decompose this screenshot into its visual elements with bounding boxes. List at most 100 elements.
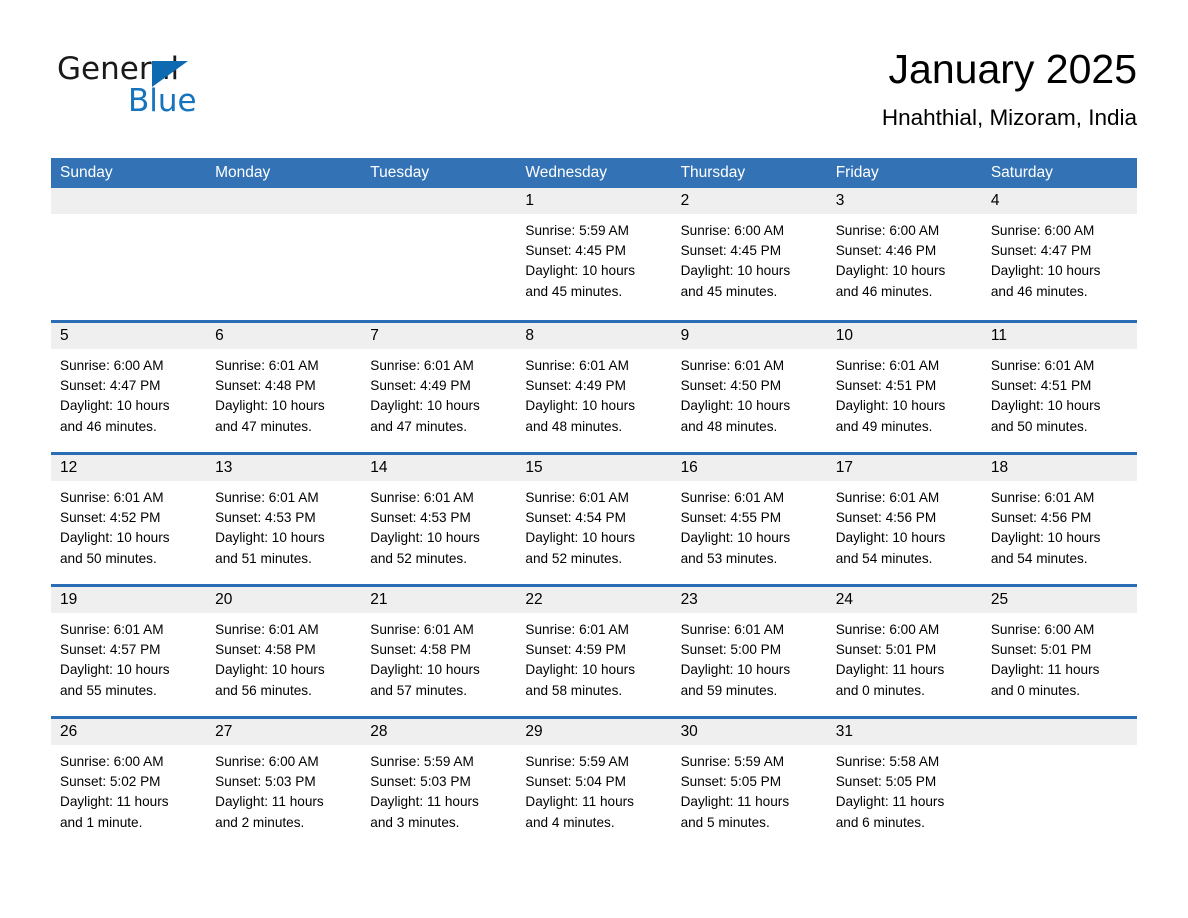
day-cell[interactable]: 3 Sunrise: 6:00 AM Sunset: 4:46 PM Daylight… [826,188,982,320]
sunset-text: Sunset: 4:53 PM [215,510,316,526]
daylight-text-line1: Daylight: 10 hours [525,398,635,414]
day-cell[interactable]: 19 Sunrise: 6:01 AM Sunset: 4:57 PM Dayligh… [51,587,207,716]
day-details: Sunrise: 6:01 AM Sunset: 4:56 PM Daylight:… [827,481,982,569]
day-number: 26 [51,719,207,745]
daylight-text-line2: and 59 minutes. [680,682,778,698]
sunrise-text: Sunrise: 6:01 AM [60,490,164,505]
day-cell[interactable]: 18 Sunrise: 6:01 AM Sunset: 4:56 PM Dayligh… [981,455,1137,584]
daylight-text-line2: and 50 minutes. [990,418,1088,434]
day-cell[interactable]: 29 Sunrise: 5:59 AM Sunset: 5:04 PM Dayligh… [516,719,672,848]
day-number: 13 [206,455,362,481]
daylight-text-line2: and 47 minutes. [215,418,312,434]
day-cell[interactable]: 9 Sunrise: 6:01 AM Sunset: 4:50 PM Daylight… [671,323,827,452]
sunrise-text: Sunrise: 6:01 AM [370,490,474,505]
day-details: Sunrise: 5:58 AM Sunset: 5:05 PM Daylight:… [827,745,982,833]
day-cell[interactable]: 23 Sunrise: 6:01 AM Sunset: 5:00 PM Dayligh… [671,587,827,716]
weekday-header-tuesday: Tuesday [370,164,430,181]
day-cell[interactable]: 30 Sunrise: 5:59 AM Sunset: 5:05 PM Dayligh… [671,719,827,848]
sunset-text: Sunset: 4:51 PM [835,378,937,394]
day-number [361,188,517,214]
sunrise-text: Sunrise: 6:00 AM [60,358,164,373]
day-cell[interactable]: 20 Sunrise: 6:01 AM Sunset: 4:58 PM Dayligh… [206,587,362,716]
day-cell[interactable]: 13 Sunrise: 6:01 AM Sunset: 4:53 PM Dayligh… [206,455,362,584]
sunset-text: Sunset: 4:46 PM [835,243,937,259]
title-block: January 2025 Hnahthial, Mizoram, India [882,46,1137,131]
day-cell[interactable]: 15 Sunrise: 6:01 AM Sunset: 4:54 PM Dayligh… [516,455,672,584]
day-cell[interactable]: 21 Sunrise: 6:01 AM Sunset: 4:58 PM Dayligh… [361,587,517,716]
day-number: 27 [206,719,362,745]
day-details: Sunrise: 6:01 AM Sunset: 4:55 PM Daylight:… [672,481,827,569]
day-number: 12 [51,455,207,481]
sunset-text: Sunset: 5:05 PM [835,774,937,790]
sunrise-text: Sunrise: 6:01 AM [525,358,629,373]
sunset-text: Sunset: 4:47 PM [990,243,1092,259]
day-cell[interactable]: 28 Sunrise: 5:59 AM Sunset: 5:03 PM Dayligh… [361,719,517,848]
day-number: 24 [826,587,982,613]
day-details: Sunrise: 6:01 AM Sunset: 4:48 PM Daylight:… [206,349,361,437]
sunset-text: Sunset: 4:45 PM [680,243,782,259]
sunrise-text: Sunrise: 6:01 AM [370,622,474,637]
daylight-text-line1: Daylight: 10 hours [215,530,325,546]
daylight-text-line2: and 45 minutes. [525,283,623,299]
logo-text-blue: Blue [128,83,197,119]
day-cell[interactable]: 6 Sunrise: 6:01 AM Sunset: 4:48 PM Daylight… [206,323,362,452]
day-cell[interactable]: 31 Sunrise: 5:58 AM Sunset: 5:05 PM Dayligh… [826,719,982,848]
day-cell[interactable]: 10 Sunrise: 6:01 AM Sunset: 4:51 PM Dayligh… [826,323,982,452]
daylight-text-line1: Daylight: 10 hours [525,263,635,279]
day-number: 23 [671,587,827,613]
sunset-text: Sunset: 4:58 PM [215,642,316,658]
day-cell[interactable]: 11 Sunrise: 6:01 AM Sunset: 4:51 PM Dayligh… [981,323,1137,452]
day-cell[interactable]: 2 Sunrise: 6:00 AM Sunset: 4:45 PM Daylight… [671,188,827,320]
daylight-text-line1: Daylight: 10 hours [680,263,791,279]
day-cell-empty [981,719,1137,848]
sunset-text: Sunset: 5:01 PM [990,642,1092,658]
daylight-text-line1: Daylight: 10 hours [990,398,1101,414]
day-details: Sunrise: 6:00 AM Sunset: 4:46 PM Daylight:… [827,214,982,302]
day-number: 18 [981,455,1137,481]
day-number: 3 [826,188,982,214]
day-cell[interactable]: 1 Sunrise: 5:59 AM Sunset: 4:45 PM Daylight… [516,188,672,320]
daylight-text-line1: Daylight: 10 hours [990,263,1101,279]
day-details: Sunrise: 6:01 AM Sunset: 4:56 PM Daylight:… [982,481,1137,569]
day-cell[interactable]: 4 Sunrise: 6:00 AM Sunset: 4:47 PM Daylight… [981,188,1137,320]
sunset-text: Sunset: 4:50 PM [680,378,782,394]
day-cell[interactable]: 26 Sunrise: 6:00 AM Sunset: 5:02 PM Dayligh… [51,719,207,848]
daylight-text-line1: Daylight: 11 hours [525,794,634,810]
sunrise-text: Sunrise: 6:01 AM [525,490,629,505]
sunset-text: Sunset: 4:54 PM [525,510,626,526]
sunset-text: Sunset: 4:49 PM [525,378,626,394]
day-cell[interactable]: 17 Sunrise: 6:01 AM Sunset: 4:56 PM Dayligh… [826,455,982,584]
day-cell[interactable]: 24 Sunrise: 6:00 AM Sunset: 5:01 PM Dayligh… [826,587,982,716]
day-cell[interactable]: 14 Sunrise: 6:01 AM Sunset: 4:53 PM Dayligh… [361,455,517,584]
daylight-text-line2: and 0 minutes. [990,682,1081,698]
day-details: Sunrise: 6:00 AM Sunset: 4:47 PM Daylight:… [982,214,1137,302]
daylight-text-line2: and 4 minutes. [525,814,615,830]
day-cell[interactable]: 22 Sunrise: 6:01 AM Sunset: 4:59 PM Dayligh… [516,587,672,716]
day-details: Sunrise: 6:01 AM Sunset: 4:59 PM Daylight:… [516,613,671,701]
day-cell[interactable]: 7 Sunrise: 6:01 AM Sunset: 4:49 PM Daylight… [361,323,517,452]
day-cell-empty [51,188,207,320]
daylight-text-line1: Daylight: 11 hours [835,662,945,678]
day-number: 21 [361,587,517,613]
daylight-text-line1: Daylight: 10 hours [525,662,635,678]
daylight-text-line1: Daylight: 10 hours [370,530,480,546]
sunrise-text: Sunrise: 6:01 AM [835,490,940,505]
day-cell[interactable]: 27 Sunrise: 6:00 AM Sunset: 5:03 PM Dayligh… [206,719,362,848]
daylight-text-line1: Daylight: 10 hours [680,530,791,546]
day-number: 11 [981,323,1137,349]
daylight-text-line1: Daylight: 11 hours [60,794,169,810]
day-details: Sunrise: 6:00 AM Sunset: 5:01 PM Daylight:… [982,613,1137,701]
weekday-header-thursday: Thursday [680,164,746,181]
day-cell[interactable]: 12 Sunrise: 6:01 AM Sunset: 4:52 PM Dayligh… [51,455,207,584]
day-details: Sunrise: 6:00 AM Sunset: 5:01 PM Daylight:… [827,613,982,701]
day-details: Sunrise: 6:01 AM Sunset: 4:53 PM Daylight:… [206,481,361,569]
day-cell[interactable]: 16 Sunrise: 6:01 AM Sunset: 4:55 PM Dayligh… [671,455,827,584]
sunrise-text: Sunrise: 6:00 AM [835,622,940,637]
daylight-text-line1: Daylight: 11 hours [370,794,479,810]
day-cell[interactable]: 5 Sunrise: 6:00 AM Sunset: 4:47 PM Daylight… [51,323,207,452]
day-cell[interactable]: 25 Sunrise: 6:00 AM Sunset: 5:01 PM Dayligh… [981,587,1137,716]
day-cell[interactable]: 8 Sunrise: 6:01 AM Sunset: 4:49 PM Daylight… [516,323,672,452]
sunrise-text: Sunrise: 5:59 AM [370,754,474,769]
daylight-text-line2: and 55 minutes. [60,682,157,698]
day-number: 30 [671,719,827,745]
